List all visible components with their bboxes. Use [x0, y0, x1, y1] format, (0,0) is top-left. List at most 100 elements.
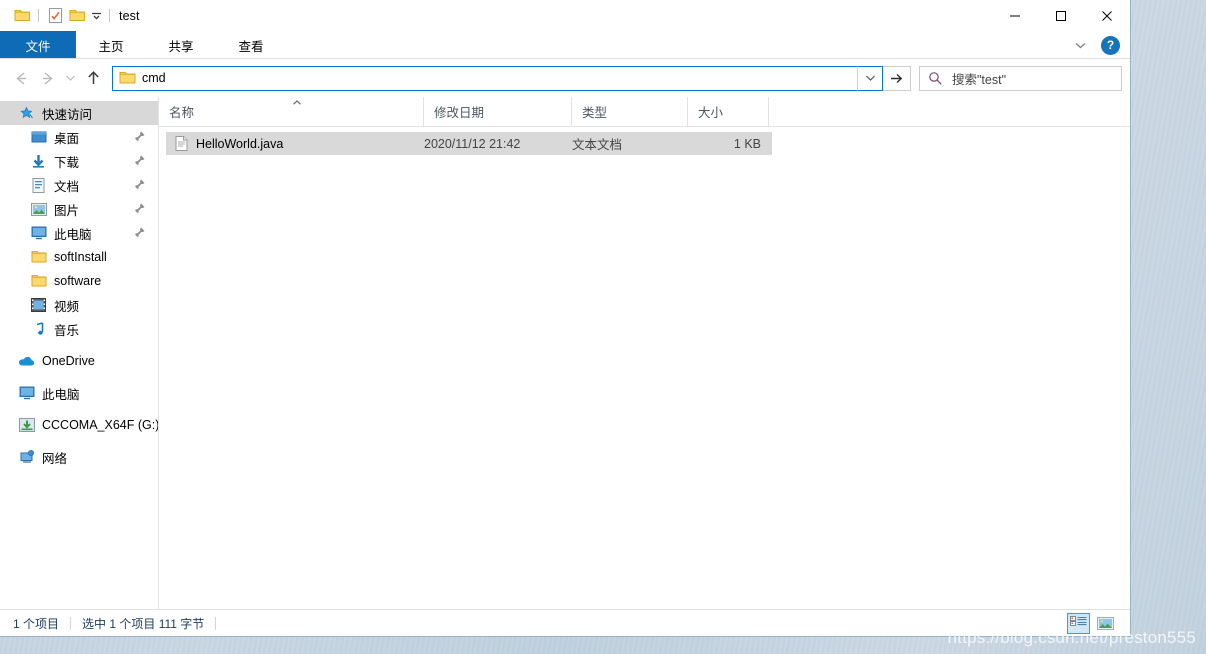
folder-icon [119, 71, 136, 86]
search-box[interactable]: 搜索"test" [919, 65, 1122, 91]
column-header-date[interactable]: 修改日期 [424, 97, 572, 126]
search-input[interactable]: 搜索"test" [952, 69, 1006, 88]
navigation-pane: 快速访问 桌面 下载 文档 图片 此电脑 softInstall softwar… [0, 97, 159, 609]
file-list-pane: 名称 修改日期 类型 大小 HelloWorld.java 2020/11/12… [159, 97, 1130, 609]
window-controls [992, 0, 1130, 31]
help-button[interactable]: ? [1101, 35, 1120, 55]
sidebar-item-pictures[interactable]: 图片 [0, 197, 158, 221]
ribbon-right-controls: ? [1069, 31, 1124, 59]
new-folder-icon[interactable] [66, 5, 88, 27]
sidebar-item-onedrive[interactable]: OneDrive [0, 349, 158, 373]
column-header-size[interactable]: 大小 [688, 97, 769, 126]
tab-view[interactable]: 查看 [216, 31, 286, 59]
sidebar-item-documents[interactable]: 文档 [0, 173, 158, 197]
pin-icon[interactable] [133, 178, 146, 191]
pin-icon[interactable] [133, 202, 146, 215]
sidebar-item-label: 文档 [54, 179, 80, 194]
sidebar-item-desktop[interactable]: 桌面 [0, 125, 158, 149]
sidebar-item-label: 此电脑 [42, 387, 80, 402]
sidebar-item-label: 视频 [54, 299, 80, 314]
pin-icon[interactable] [133, 130, 146, 143]
address-path-box[interactable]: cmd [112, 65, 857, 91]
column-header-label: 名称 [169, 106, 195, 120]
sidebar-item-label: 桌面 [54, 131, 80, 146]
onedrive-icon [18, 353, 35, 369]
view-toggle-buttons [1067, 612, 1117, 634]
address-go-button[interactable] [883, 65, 911, 91]
network-icon [18, 449, 35, 465]
up-button[interactable] [80, 65, 106, 91]
maximize-button[interactable] [1038, 0, 1084, 31]
this-pc-icon [30, 225, 47, 241]
status-separator [70, 616, 72, 630]
details-view-button[interactable] [1067, 612, 1090, 634]
sidebar-item-this-pc-pinned[interactable]: 此电脑 [0, 221, 158, 245]
file-list[interactable]: HelloWorld.java 2020/11/12 21:42 文本文档 1 … [159, 127, 1130, 609]
pictures-icon [30, 201, 47, 217]
sidebar-item-dvd-drive[interactable]: CCCOMA_X64F (G:) [0, 413, 158, 437]
search-icon [928, 70, 946, 86]
table-row[interactable]: HelloWorld.java 2020/11/12 21:42 文本文档 1 … [166, 132, 772, 155]
sidebar-item-downloads[interactable]: 下载 [0, 149, 158, 173]
forward-button[interactable] [34, 65, 60, 91]
sidebar-item-label: softInstall [54, 250, 107, 264]
address-dropdown-button[interactable] [857, 65, 883, 91]
pin-icon[interactable] [133, 154, 146, 167]
sidebar-item-softinstall[interactable]: softInstall [0, 245, 158, 269]
tab-file[interactable]: 文件 [0, 31, 76, 59]
ribbon-divider [0, 58, 1130, 59]
sort-ascending-icon [291, 96, 303, 105]
desktop-icon [30, 129, 47, 145]
chevron-down-icon[interactable] [1069, 34, 1091, 56]
selection-info-label: 选中 1 个项目 111 字节 [82, 616, 205, 631]
file-size-cell: 1 KB [733, 136, 761, 151]
download-icon [30, 153, 47, 169]
chevron-down-icon[interactable] [88, 6, 104, 26]
tab-share[interactable]: 共享 [146, 31, 216, 59]
tab-home[interactable]: 主页 [76, 31, 146, 59]
column-header-name[interactable]: 名称 [159, 97, 424, 126]
sidebar-item-label: 下载 [54, 155, 80, 170]
music-icon [30, 321, 47, 337]
column-header-type[interactable]: 类型 [572, 97, 688, 126]
minimize-button[interactable] [992, 0, 1038, 31]
sidebar-item-network[interactable]: 网络 [0, 445, 158, 469]
sidebar-item-quick-access[interactable]: 快速访问 [0, 101, 158, 125]
file-explorer-window: test 文件 主页 共享 查看 ? cmd 搜索"test" 快速访问 桌面 … [0, 0, 1131, 637]
column-header-label: 修改日期 [434, 106, 485, 120]
properties-icon[interactable] [44, 5, 66, 27]
this-pc-icon [18, 385, 35, 401]
sidebar-item-label: 网络 [42, 451, 68, 466]
sidebar-item-label: CCCOMA_X64F (G:) [42, 418, 158, 432]
file-date-cell: 2020/11/12 21:42 [424, 136, 521, 151]
large-icons-view-button[interactable] [1094, 613, 1117, 634]
column-header-label: 类型 [582, 106, 608, 120]
file-name-text: HelloWorld.java [196, 136, 284, 151]
explorer-body: 快速访问 桌面 下载 文档 图片 此电脑 softInstall softwar… [0, 97, 1130, 609]
sidebar-item-label: OneDrive [42, 354, 95, 368]
folder-icon [30, 273, 47, 289]
sidebar-item-label: 图片 [54, 203, 80, 218]
star-pin-icon [18, 105, 35, 121]
sidebar-item-music[interactable]: 音乐 [0, 317, 158, 341]
address-bar[interactable]: cmd [112, 65, 911, 91]
sidebar-item-label: 音乐 [54, 323, 80, 338]
close-button[interactable] [1084, 0, 1130, 31]
quick-access-toolbar: test [0, 5, 140, 27]
window-title: test [119, 8, 140, 23]
back-button[interactable] [8, 65, 34, 91]
recent-locations-button[interactable] [60, 65, 80, 91]
pin-icon[interactable] [133, 226, 146, 239]
sidebar-item-this-pc[interactable]: 此电脑 [0, 381, 158, 405]
status-separator-2 [215, 616, 217, 630]
folder-icon[interactable] [11, 5, 33, 27]
sidebar-item-videos[interactable]: 视频 [0, 293, 158, 317]
sidebar-item-software[interactable]: software [0, 269, 158, 293]
item-count-label: 1 个项目 [13, 616, 60, 631]
column-headers: 名称 修改日期 类型 大小 [159, 97, 1130, 127]
sidebar-item-label: 此电脑 [54, 227, 92, 242]
